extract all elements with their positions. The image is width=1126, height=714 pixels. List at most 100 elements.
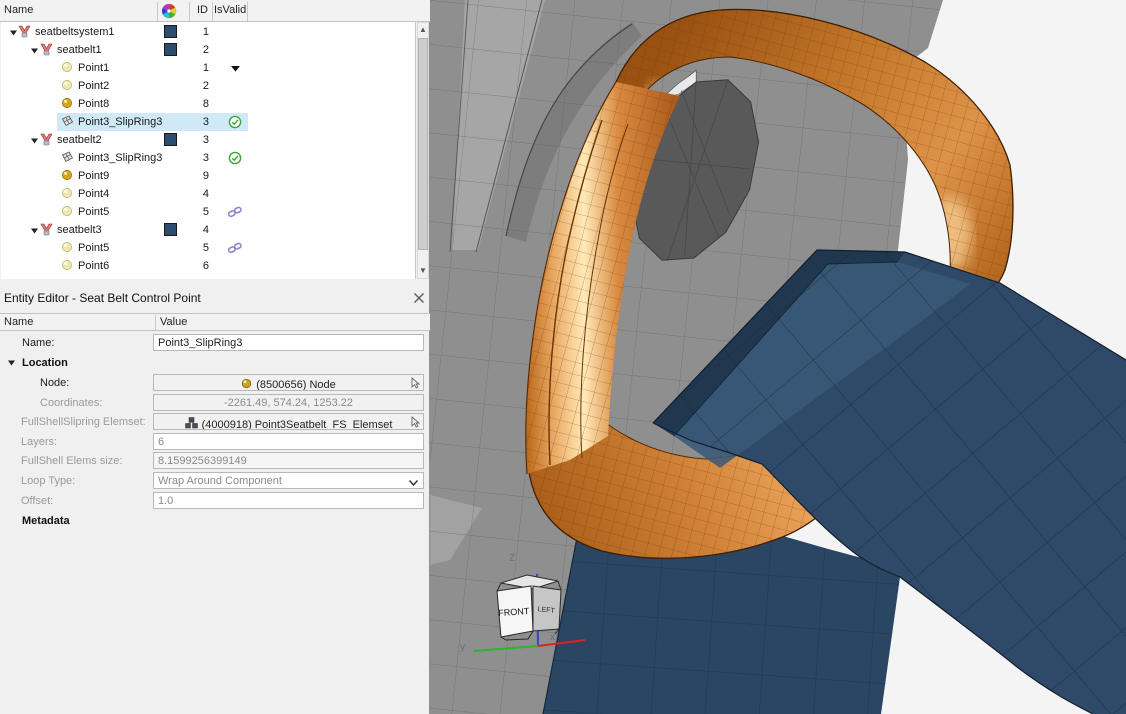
tree-item-label[interactable]: Point5 <box>78 206 109 218</box>
tree-row-point1[interactable]: Point1 1 <box>1 59 416 77</box>
tree-row-point4[interactable]: Point4 4 <box>1 185 416 203</box>
tree-item-label[interactable]: seatbelt3 <box>57 224 102 236</box>
column-id-label: ID <box>190 4 208 16</box>
entity-tree: seatbeltsystem11 seatbelt1 2 Point1 1 Point22… <box>1 22 416 279</box>
field-label: Coordinates: <box>40 397 102 409</box>
seatbelt-icon <box>40 43 53 59</box>
column-isvalid-label: IsValid <box>214 4 246 16</box>
scroll-down-icon[interactable]: ▼ <box>418 264 428 278</box>
field-label: Loop Type: <box>21 475 75 487</box>
tree-row-point6[interactable]: Point6 6 <box>1 257 416 275</box>
seatbelt-icon <box>18 25 31 41</box>
node-picker[interactable]: (8500656) Node <box>153 374 424 391</box>
point-gold-icon <box>61 169 73 184</box>
tree-scrollbar[interactable]: ▲ ▼ <box>417 22 429 279</box>
tree-item-label[interactable]: seatbelt1 <box>57 44 102 56</box>
tree-row-point2[interactable]: Point22 <box>1 77 416 95</box>
section-collapse-icon[interactable] <box>7 358 16 370</box>
column-name-label: Name <box>4 4 33 16</box>
tree-item-label[interactable]: Point3_SlipRing3 <box>78 116 162 128</box>
editor-col-name: Name <box>4 316 33 328</box>
expander-icon[interactable] <box>9 28 18 40</box>
editor-col-value: Value <box>160 316 187 328</box>
tree-item-id: 4 <box>187 224 209 236</box>
loop-type-select[interactable]: Wrap Around Component <box>153 472 424 489</box>
point-pale-icon <box>61 61 73 76</box>
tree-item-label[interactable]: seatbeltsystem1 <box>35 26 114 38</box>
expander-icon[interactable] <box>30 226 39 238</box>
left-panel: Name ID IsValid seatbeltsystem11seatbelt… <box>0 0 430 714</box>
point-pale-icon <box>61 79 73 94</box>
tree-item-id: 6 <box>187 260 209 272</box>
color-swatch[interactable] <box>164 43 177 59</box>
tree-item-label[interactable]: Point9 <box>78 170 109 182</box>
scrollbar-thumb[interactable] <box>418 38 428 250</box>
node-sphere-icon <box>241 380 252 391</box>
chevron-down-icon[interactable] <box>408 478 419 489</box>
tree-row-point9[interactable]: Point9 9 <box>1 167 416 185</box>
seatbelt-icon <box>40 223 53 239</box>
readonly-field: 8.1599256399149 <box>153 452 424 469</box>
axis-y-label: y <box>460 642 465 653</box>
tree-row-point3_slipring3[interactable]: Point3_SlipRing33 <box>1 113 416 131</box>
tree-item-id: 2 <box>187 44 209 56</box>
link-icon <box>223 241 247 258</box>
tree-item-label[interactable]: Point2 <box>78 80 109 92</box>
tree-row-point5[interactable]: Point5 5 <box>1 239 416 257</box>
tree-item-id: 9 <box>187 170 209 182</box>
slipring-icon <box>61 115 74 130</box>
color-wheel-icon <box>161 3 177 22</box>
editor-column-header: Name Value <box>0 313 430 331</box>
tree-item-id: 3 <box>187 134 209 146</box>
dropdown-arrow-icon[interactable] <box>223 64 247 76</box>
field-label: Node: <box>40 377 69 389</box>
close-icon[interactable] <box>413 292 427 306</box>
entity-editor-title: Entity Editor - Seat Belt Control Point <box>4 291 201 305</box>
tree-item-label[interactable]: Point8 <box>78 98 109 110</box>
color-swatch[interactable] <box>164 25 177 41</box>
field-label: Offset: <box>21 495 53 507</box>
tree-row-seatbelt1[interactable]: seatbelt1 2 <box>1 41 416 59</box>
field-label: Name: <box>22 337 54 349</box>
valid-check-icon <box>223 151 247 168</box>
color-swatch[interactable] <box>164 133 177 149</box>
seatbelt-icon <box>40 133 53 149</box>
tree-row-seatbelt2[interactable]: seatbelt2 3 <box>1 131 416 149</box>
section-label-metadata[interactable]: Metadata <box>22 515 70 527</box>
name-input[interactable]: Point3_SlipRing3 <box>153 334 424 351</box>
elemset-cubes-icon <box>185 420 198 430</box>
point-gold-icon <box>61 97 73 112</box>
tree-item-id: 8 <box>187 98 209 110</box>
tree-item-id: 1 <box>187 62 209 74</box>
value-input[interactable]: 6 <box>153 433 424 450</box>
section-label-location[interactable]: Location <box>22 357 68 369</box>
tree-row-point5[interactable]: Point55 <box>1 203 416 221</box>
point-pale-icon <box>61 187 73 202</box>
pointer-select-icon[interactable] <box>410 416 420 430</box>
color-swatch[interactable] <box>164 223 177 239</box>
tree-item-label[interactable]: Point1 <box>78 62 109 74</box>
expander-icon[interactable] <box>30 136 39 148</box>
tree-item-id: 4 <box>187 188 209 200</box>
tree-row-seatbelt3[interactable]: seatbelt3 4 <box>1 221 416 239</box>
field-label: Layers: <box>21 436 57 448</box>
expander-icon[interactable] <box>30 46 39 58</box>
field-label: FullShell Elems size: <box>21 455 122 467</box>
coordinates-field: -2261.49, 574.24, 1253.22 <box>153 394 424 411</box>
tree-item-label[interactable]: Point5 <box>78 242 109 254</box>
tree-item-label[interactable]: Point4 <box>78 188 109 200</box>
tree-item-label[interactable]: Point3_SlipRing3 <box>78 152 162 164</box>
tree-item-id: 5 <box>187 242 209 254</box>
tree-item-id: 3 <box>187 152 209 164</box>
tree-row-point8[interactable]: Point8 8 <box>1 95 416 113</box>
value-input[interactable]: 1.0 <box>153 492 424 509</box>
tree-item-label[interactable]: Point6 <box>78 260 109 272</box>
tree-row-point3_slipring3[interactable]: Point3_SlipRing3 3 <box>1 149 416 167</box>
3d-viewport[interactable]: Z x y FRONT LEFT <box>430 0 1126 714</box>
elemset-picker[interactable]: (4000918) Point3Seatbelt_FS_Elemset <box>153 413 424 430</box>
slipring-icon <box>61 151 74 166</box>
scroll-up-icon[interactable]: ▲ <box>418 23 428 37</box>
tree-item-label[interactable]: seatbelt2 <box>57 134 102 146</box>
pointer-select-icon[interactable] <box>410 377 420 391</box>
tree-row-seatbeltsystem1[interactable]: seatbeltsystem11 <box>1 23 416 41</box>
